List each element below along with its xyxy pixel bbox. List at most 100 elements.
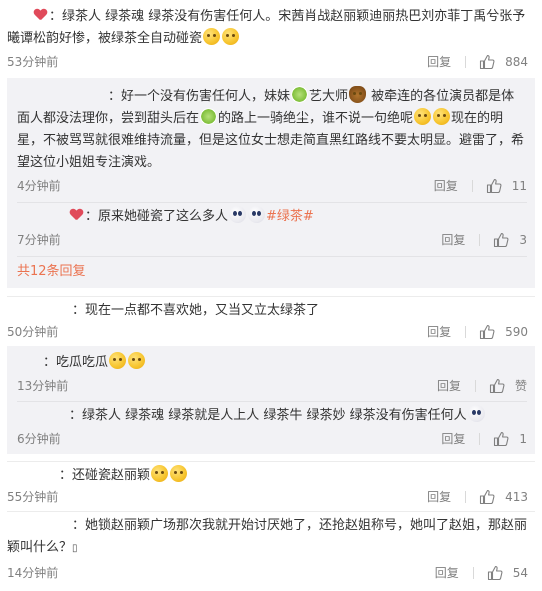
view-more-replies-link[interactable]: 共12条回复 (17, 262, 86, 282)
comment-username[interactable] (7, 515, 72, 537)
reply-content: ：吃瓜吃瓜 (43, 355, 109, 370)
reply-button[interactable]: 回复 (434, 176, 458, 196)
comment-actions: 回复 54 (435, 563, 528, 583)
reply-username[interactable] (17, 405, 69, 427)
reply-content: 艺大师 (309, 89, 349, 104)
comment-time: 55分钟前 (7, 490, 59, 504)
reply-list: ：吃瓜吃瓜 13分钟前 回复 赞 ：绿茶人 绿茶魂 绿茶就是人上人 绿茶牛 绿茶… (7, 346, 535, 454)
comment-content: ：她锁赵丽颖广场那次我就开始讨厌她了，还抢赵姐称号，她叫了赵姐，那赵丽颖叫什么？ (7, 518, 528, 555)
like-button[interactable]: 1 (493, 429, 527, 449)
comment-username[interactable] (7, 6, 33, 28)
reply-button[interactable]: 回复 (441, 230, 465, 250)
reply-button[interactable]: 回复 (435, 563, 459, 583)
reply-item: ：绿茶人 绿茶魂 绿茶就是人上人 绿茶牛 绿茶妙 绿茶没有伤害任何人 6分钟前 … (7, 403, 535, 453)
reply-time: 6分钟前 (17, 432, 61, 446)
thumbs-up-icon (480, 489, 495, 505)
reply-text: ：绿茶人 绿茶魂 绿茶就是人上人 绿茶牛 绿茶妙 绿茶没有伤害任何人 (17, 405, 525, 427)
like-count: 54 (512, 566, 528, 580)
reply-button[interactable]: 回复 (437, 376, 461, 396)
like-button[interactable]: 11 (486, 176, 527, 196)
action-divider (465, 491, 467, 503)
like-button[interactable]: 413 (479, 487, 528, 507)
eating-emoji-icon (109, 352, 127, 369)
comment-actions: 回复 884 (427, 52, 528, 72)
reply-text: ：原来她碰瓷了这么多人 #绿茶# (17, 206, 525, 228)
reply-meta: 6分钟前 回复 1 (17, 429, 527, 449)
comment-meta: 50分钟前 回复 590 (7, 322, 528, 342)
smile-emoji-icon (414, 108, 432, 125)
smile-emoji-icon (222, 28, 240, 45)
comment-item: ：还碰瓷赵丽颖 55分钟前 回复 413 (0, 463, 542, 509)
reply-username[interactable] (17, 86, 108, 108)
like-button[interactable]: 3 (493, 230, 527, 250)
reply-actions: 回复 1 (441, 429, 527, 449)
like-count: 884 (505, 55, 528, 69)
reply-username[interactable] (17, 206, 69, 228)
reply-divider (17, 256, 527, 257)
like-button[interactable]: 54 (487, 563, 528, 583)
reply-divider (17, 401, 527, 402)
tea-emoji-icon (200, 108, 218, 125)
comment-time: 14分钟前 (7, 566, 59, 580)
reply-time: 4分钟前 (17, 179, 61, 193)
comment-actions: 回复 590 (427, 322, 528, 342)
reply-text: ：吃瓜吃瓜 (17, 352, 525, 374)
comment-text: ：还碰瓷赵丽颖 (7, 465, 530, 487)
comment-actions: 回复 413 (427, 487, 528, 507)
reply-item: ：好一个没有伤害任何人，妹妹 艺大师 被牵连的各位演员都是体面人都没法理你，尝到甜… (7, 78, 535, 200)
comment-username[interactable] (7, 465, 59, 487)
comment-time: 53分钟前 (7, 55, 59, 69)
reply-content: ：绿茶人 绿茶魂 绿茶就是人上人 绿茶牛 绿茶妙 绿茶没有伤害任何人 (69, 408, 467, 423)
thumbs-up-icon (487, 565, 503, 581)
topic-link[interactable]: #绿茶# (266, 209, 314, 224)
action-divider (465, 326, 467, 338)
comment-text: ：绿茶人 绿茶魂 绿茶没有伤害任何人。宋茜肖战赵丽颖迪丽热巴刘亦菲丁禹兮张予曦谭… (7, 6, 530, 50)
reply-meta: 13分钟前 回复 赞 (17, 376, 527, 396)
like-button[interactable]: 884 (479, 52, 528, 72)
heart-icon (34, 9, 47, 21)
reply-actions: 回复 赞 (437, 376, 527, 396)
like-button[interactable]: 赞 (489, 376, 527, 396)
reply-list: ：好一个没有伤害任何人，妹妹 艺大师 被牵连的各位演员都是体面人都没法理你，尝到甜… (7, 78, 535, 288)
reply-divider (17, 202, 527, 203)
like-count: 赞 (514, 379, 527, 393)
reply-meta: 7分钟前 回复 3 (17, 230, 527, 250)
reply-button[interactable]: 回复 (427, 52, 451, 72)
comment-content: ：现在一点都不喜欢她，又当又立太绿茶了 (72, 303, 320, 318)
reply-item: ：原来她碰瓷了这么多人 #绿茶# 7分钟前 回复 3 (7, 204, 535, 254)
comment-username[interactable] (7, 300, 72, 322)
comment-time: 50分钟前 (7, 325, 59, 339)
missing-glyph: ▯ (72, 543, 78, 554)
comment-text: ：现在一点都不喜欢她，又当又立太绿茶了 (7, 300, 530, 322)
thumbs-up-icon (480, 324, 495, 340)
like-count: 3 (519, 233, 527, 247)
eating-emoji-icon (128, 352, 146, 369)
action-divider (474, 380, 476, 392)
smile-emoji-icon (433, 108, 451, 125)
like-button[interactable]: 590 (479, 322, 528, 342)
reply-time: 13分钟前 (17, 379, 69, 393)
thumbs-up-icon (494, 431, 509, 447)
like-count: 1 (519, 432, 527, 446)
reply-actions: 回复 3 (441, 230, 527, 250)
smile-emoji-icon (151, 465, 169, 482)
like-count: 11 (511, 179, 527, 193)
comment-content: ：绿茶人 绿茶魂 绿茶没有伤害任何人。宋茜肖战赵丽颖迪丽热巴刘亦菲丁禹兮张予曦谭… (7, 9, 526, 46)
reply-button[interactable]: 回复 (441, 429, 465, 449)
smile-emoji-icon (203, 28, 221, 45)
crying-emoji-icon (229, 206, 247, 223)
thumbs-up-icon (494, 232, 509, 248)
action-divider (472, 567, 474, 579)
reply-button[interactable]: 回复 (427, 487, 451, 507)
reply-meta: 4分钟前 回复 11 (17, 176, 527, 196)
reply-username[interactable] (17, 352, 43, 374)
reply-content: ：原来她碰瓷了这么多人 (85, 209, 229, 224)
comment-item: ：现在一点都不喜欢她，又当又立太绿茶了 50分钟前 回复 590 (0, 298, 542, 346)
comment-meta: 53分钟前 回复 884 (7, 52, 528, 72)
comment-content: ：还碰瓷赵丽颖 (59, 468, 151, 483)
reply-button[interactable]: 回复 (427, 322, 451, 342)
action-divider (479, 234, 481, 246)
action-divider (465, 56, 467, 68)
reply-content: ：好一个没有伤害任何人，妹妹 (108, 89, 291, 104)
comment-meta: 55分钟前 回复 413 (7, 487, 528, 507)
